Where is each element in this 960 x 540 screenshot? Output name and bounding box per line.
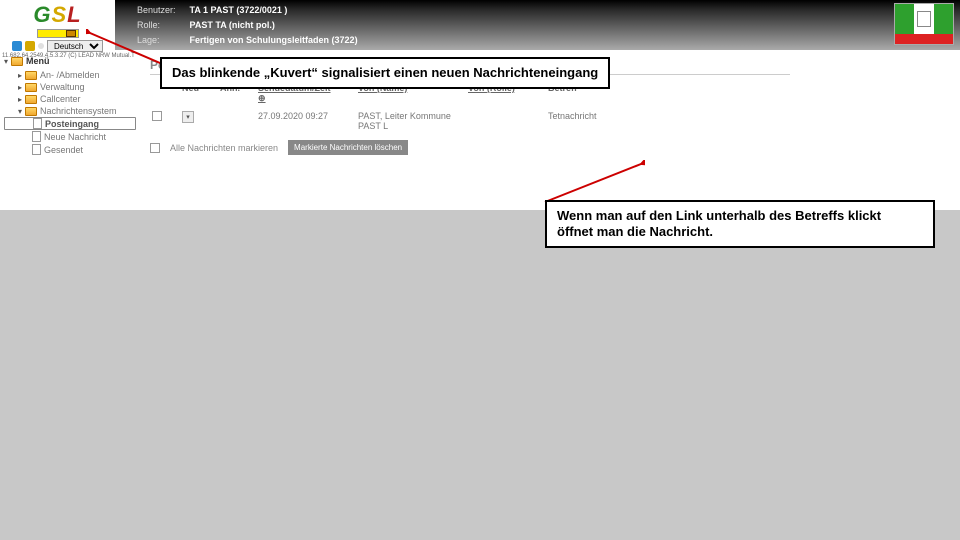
folder-icon <box>25 107 37 116</box>
neu-dropdown[interactable]: ▾ <box>182 111 194 123</box>
row-checkbox-cell <box>150 108 180 134</box>
sidebar: ▾ Menü ▸ An- /Abmelden ▸ Verwaltung ▸ Ca… <box>0 50 140 210</box>
page-icon <box>32 131 41 142</box>
folder-icon <box>25 83 37 92</box>
sidebar-item-label: Posteingang <box>45 119 99 129</box>
value-rolle: PAST TA (nicht pol.) <box>190 19 370 32</box>
logo-letter-g: G <box>33 2 51 27</box>
row-checkbox[interactable] <box>152 111 162 121</box>
app-header: GSL Deutsch 11.682.64.2549.4.5.3.27 (C) … <box>0 0 960 50</box>
mark-all-label: Alle Nachrichten markieren <box>170 143 278 153</box>
annotation-callout-1: Das blinkende „Kuvert“ signalisiert eine… <box>160 57 610 89</box>
betreff-link-rest: tnachricht <box>558 111 597 121</box>
sidebar-item-verwaltung[interactable]: ▸ Verwaltung <box>4 81 136 93</box>
sidebar-sub-gesendet[interactable]: Gesendet <box>4 143 136 156</box>
row-anh-cell <box>218 108 256 134</box>
sidebar-sub-neue-nachricht[interactable]: Neue Nachricht <box>4 130 136 143</box>
logo-area: GSL Deutsch 11.682.64.2549.4.5.3.27 (C) … <box>0 0 115 50</box>
app-logo: GSL <box>33 2 81 28</box>
new-mail-envelope-button[interactable] <box>37 29 79 38</box>
folder-icon <box>25 95 37 104</box>
header-toolbar: Deutsch <box>12 40 103 52</box>
logo-letter-l: L <box>67 2 81 27</box>
folder-icon <box>25 71 37 80</box>
page-icon <box>33 118 42 129</box>
version-label: 11.682.64.2549.4.5.3.27 (C) LEAD NRW Mut… <box>2 53 135 59</box>
tool-icon-3[interactable] <box>38 43 44 49</box>
row-neu-cell: ▾ <box>180 108 218 134</box>
mark-all-checkbox[interactable] <box>150 143 160 153</box>
betreff-link-prefix: Te <box>548 111 558 121</box>
expand-icon: ▸ <box>18 83 22 92</box>
table-footer: Alle Nachrichten markieren Markierte Nac… <box>150 140 950 155</box>
expand-icon: ▾ <box>18 107 22 116</box>
label-rolle: Rolle: <box>137 19 188 32</box>
sort-indicator-icon: ⊕ <box>258 93 266 103</box>
sidebar-item-label: Verwaltung <box>40 82 85 92</box>
sidebar-item-callcenter[interactable]: ▸ Callcenter <box>4 93 136 105</box>
sidebar-item-nachrichten[interactable]: ▾ Nachrichtensystem <box>4 105 136 117</box>
row-von-name-cell: PAST, Leiter Kommune PAST L <box>356 108 466 134</box>
sidebar-item-label: Gesendet <box>44 145 83 155</box>
session-info: Benutzer: TA 1 PAST (3722/0021 ) Rolle: … <box>135 2 372 49</box>
value-lage: Fertigen von Schulungsleitfaden (3722) <box>190 34 370 47</box>
sidebar-item-label: Nachrichtensystem <box>40 106 117 116</box>
delete-marked-button[interactable]: Markierte Nachrichten löschen <box>288 140 408 155</box>
logo-letter-s: S <box>51 2 67 27</box>
row-von-rolle-cell <box>466 108 546 134</box>
tool-icon-1[interactable] <box>12 41 22 51</box>
language-select[interactable]: Deutsch <box>47 40 103 52</box>
callout2-line2: öffnet man die Nachricht. <box>557 224 923 240</box>
page-icon <box>32 144 41 155</box>
sidebar-sub-posteingang[interactable]: Posteingang <box>4 117 136 130</box>
label-benutzer: Benutzer: <box>137 4 188 17</box>
label-lage: Lage: <box>137 34 188 47</box>
row-betreff-cell[interactable]: Tetnachricht <box>546 108 656 134</box>
state-crest <box>894 3 954 45</box>
sidebar-item-anmelden[interactable]: ▸ An- /Abmelden <box>4 69 136 81</box>
sidebar-item-label: Callcenter <box>40 94 81 104</box>
expand-icon: ▸ <box>18 71 22 80</box>
annotation-callout-2: Wenn man auf den Link unterhalb des Betr… <box>545 200 935 248</box>
tool-icon-2[interactable] <box>25 41 35 51</box>
envelope-icon <box>66 30 76 37</box>
sidebar-item-label: Neue Nachricht <box>44 132 106 142</box>
value-benutzer: TA 1 PAST (3722/0021 ) <box>190 4 370 17</box>
callout2-line1: Wenn man auf den Link unterhalb des Betr… <box>557 208 923 224</box>
shield-icon <box>917 11 931 27</box>
row-datum-cell: 27.09.2020 09:27 <box>256 108 356 134</box>
sidebar-item-label: An- /Abmelden <box>40 70 100 80</box>
expand-icon: ▸ <box>18 95 22 104</box>
